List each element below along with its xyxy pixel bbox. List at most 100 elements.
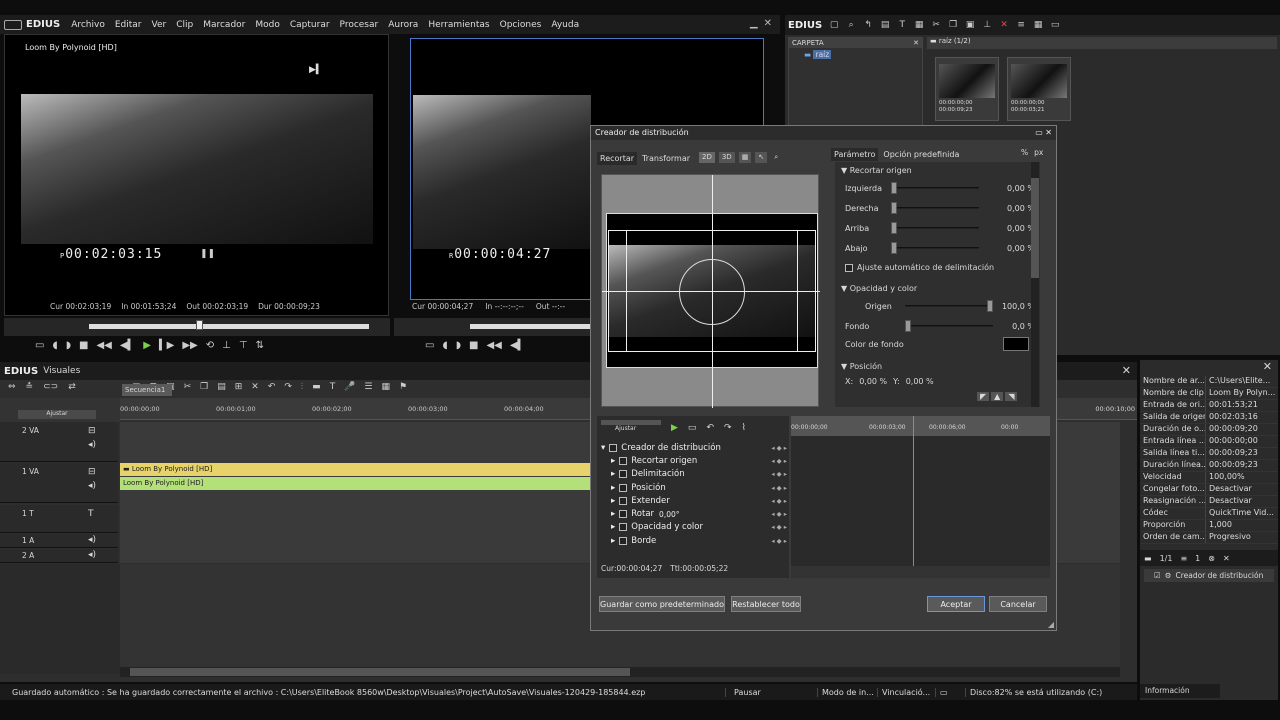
effect-item[interactable]: ☑ ⚙ Creador de distribución (1144, 569, 1274, 582)
mark-out-icon[interactable]: ◗ (66, 340, 71, 351)
tree-item[interactable]: ▸ Opacidad y color ◂ ◆ ▸ (601, 521, 787, 534)
crop-top-knob[interactable] (891, 222, 897, 234)
status-vinculacion[interactable]: Vinculació... (877, 687, 935, 697)
dialog-close-icon[interactable]: ✕ (1045, 128, 1052, 137)
rec-set-in-icon[interactable]: ▭ (425, 340, 434, 351)
cancel-button[interactable]: Cancelar (989, 596, 1047, 612)
tl-copy-icon[interactable]: ❐ (200, 382, 208, 392)
track-audio-toggle-icon[interactable]: ◂) (88, 535, 96, 545)
tl-delete-icon[interactable]: ✕ (251, 382, 259, 392)
snap-icon[interactable]: ⇔ (8, 382, 16, 392)
bin-clip-2[interactable]: 00:00:00;00 00:00:03;21 (1007, 57, 1071, 121)
recorder-scrub-track[interactable] (470, 324, 590, 329)
copy-icon[interactable]: ❐ (948, 20, 958, 30)
parameter-scroll-thumb[interactable] (1031, 178, 1039, 278)
mic-icon[interactable]: 🎤 (344, 382, 355, 392)
unit-px-button[interactable]: px (1034, 148, 1043, 157)
kf-ruler[interactable]: 00:00:00;00 00:00:03;00 00:00:06;00 00:00 (791, 416, 1050, 436)
render-icon[interactable]: ▦ (381, 382, 390, 392)
kf-hscroll[interactable] (791, 566, 1050, 578)
kf-nav-icon[interactable]: ◂ ◆ ▸ (771, 523, 787, 531)
tree-item[interactable]: ▸ Rotar 0,00° ◂ ◆ ▸ (601, 507, 787, 520)
menu-opciones[interactable]: Opciones (495, 20, 547, 30)
layout-preview[interactable] (601, 174, 820, 408)
info-close-icon[interactable]: ✕ (1140, 360, 1278, 376)
ok-button[interactable]: Aceptar (927, 596, 985, 612)
origen-slider[interactable] (905, 300, 993, 312)
step-back-icon[interactable]: ◀▍ (120, 340, 135, 351)
opacity-section-header[interactable]: ▼ Opacidad y color (841, 284, 917, 293)
track-audio-toggle-icon[interactable]: ◂) (88, 481, 96, 491)
delete-icon[interactable]: ✕ (999, 20, 1009, 30)
nudge-up-icon[interactable]: ▲ (991, 392, 1004, 401)
kf-monitor-icon[interactable]: ▭ (688, 423, 697, 433)
menu-archivo[interactable]: Archivo (66, 20, 110, 30)
tree-checkbox[interactable] (619, 536, 628, 545)
tree-item[interactable]: ▸ Recortar origen ◂ ◆ ▸ (601, 454, 787, 467)
tree-expand-icon[interactable]: ▸ (611, 483, 615, 493)
rewind-icon[interactable]: ◀◀ (96, 340, 111, 351)
track-1a[interactable]: 1 A ◂) (0, 534, 118, 548)
tree-checkbox[interactable] (609, 443, 618, 452)
pointer-icon[interactable]: ↖ (755, 152, 768, 163)
crop-right-knob[interactable] (891, 202, 897, 214)
effect-link-icon[interactable]: ⊗ (1208, 554, 1215, 563)
crop-collapse-icon[interactable]: ▼ (841, 166, 847, 175)
bgcolor-swatch[interactable] (1003, 337, 1029, 351)
parameter-scrollbar[interactable] (1031, 162, 1039, 407)
tl-cut-icon[interactable]: ✂ (184, 382, 192, 392)
clip-audio-1va[interactable]: Loom By Polynoid [HD] (120, 477, 590, 490)
kf-nav-icon[interactable]: ◂ ◆ ▸ (771, 444, 787, 452)
zoom-icon[interactable]: ⌕ (771, 152, 781, 163)
tree-expand-icon[interactable]: ▾ (601, 443, 605, 453)
tab-recortar[interactable]: Recortar (597, 152, 638, 165)
title-icon[interactable]: T (330, 382, 336, 392)
kf-nav-icon[interactable]: ◂ ◆ ▸ (771, 457, 787, 465)
search-icon[interactable]: ⌕ (846, 20, 856, 30)
set-in-icon[interactable]: ▭ (35, 340, 44, 351)
menu-ayuda[interactable]: Ayuda (546, 20, 584, 30)
bin-clip-1[interactable]: 00:00:00;00 00:00:09;23 (935, 57, 999, 121)
tab-parametro[interactable]: Parámetro (831, 148, 879, 161)
minimize-icon[interactable]: ▁ (750, 18, 758, 29)
info-tab[interactable]: Información (1140, 684, 1220, 698)
rec-stop-icon[interactable]: ■ (469, 340, 478, 351)
kf-next-icon[interactable]: ↷ (724, 423, 732, 433)
fast-forward-icon[interactable]: ▶▶ (182, 340, 197, 351)
loop-icon[interactable]: ⟲ (206, 340, 214, 351)
player-scrub-handle[interactable] (196, 320, 203, 330)
new-sequence-icon[interactable]: ▤ (880, 20, 890, 30)
tree-expand-icon[interactable]: ▸ (611, 522, 615, 532)
track-audio-toggle-icon[interactable]: ◂) (88, 440, 96, 450)
text-icon[interactable]: T (897, 20, 907, 30)
rec-step-back-icon[interactable]: ◀▍ (510, 340, 525, 351)
tab-transformar[interactable]: Transformar (639, 152, 693, 165)
ajustar-dropdown[interactable]: Ajustar (18, 410, 96, 419)
status-modo[interactable]: Modo de in... (817, 687, 877, 697)
tl-paste-icon[interactable]: ▤ (217, 382, 226, 392)
sync-icon[interactable]: ⇄ (68, 382, 76, 392)
folder-root[interactable]: ▬ raíz (789, 48, 922, 61)
menu-aurora[interactable]: Aurora (383, 20, 423, 30)
fondo-slider[interactable] (905, 320, 993, 332)
kf-nav-icon[interactable]: ◂ ◆ ▸ (771, 497, 787, 505)
kf-nav-icon[interactable]: ◂ ◆ ▸ (771, 510, 787, 518)
track-audio-toggle-icon[interactable]: ◂) (88, 550, 96, 560)
grid-icon[interactable]: ▦ (738, 152, 752, 163)
marker-icon[interactable]: ⚑ (399, 382, 407, 392)
mark-in-icon[interactable]: ◖ (52, 340, 57, 351)
redo-icon[interactable]: ↷ (284, 382, 292, 392)
resize-grip-icon[interactable]: ◢ (1048, 620, 1054, 629)
clip-video-1va[interactable]: ▬ Loom By Polynoid [HD] (120, 463, 590, 476)
rec-mark-in-icon[interactable]: ◖ (442, 340, 447, 351)
nudge-up-right-icon[interactable]: ◥ (1005, 392, 1018, 401)
unit-percent-button[interactable]: % (1021, 148, 1028, 157)
title-track-icon[interactable]: T (88, 509, 94, 519)
tree-item[interactable]: ▸ Posición ◂ ◆ ▸ (601, 481, 787, 494)
menu-capturar[interactable]: Capturar (285, 20, 335, 30)
tab-opcion-predefinida[interactable]: Opción predefinida (880, 148, 962, 161)
tree-checkbox[interactable] (619, 523, 628, 532)
overwrite-icon[interactable]: ⊤ (239, 340, 248, 351)
folder-icon[interactable]: ▢ (829, 20, 839, 30)
properties-icon[interactable]: ≡ (1016, 20, 1026, 30)
